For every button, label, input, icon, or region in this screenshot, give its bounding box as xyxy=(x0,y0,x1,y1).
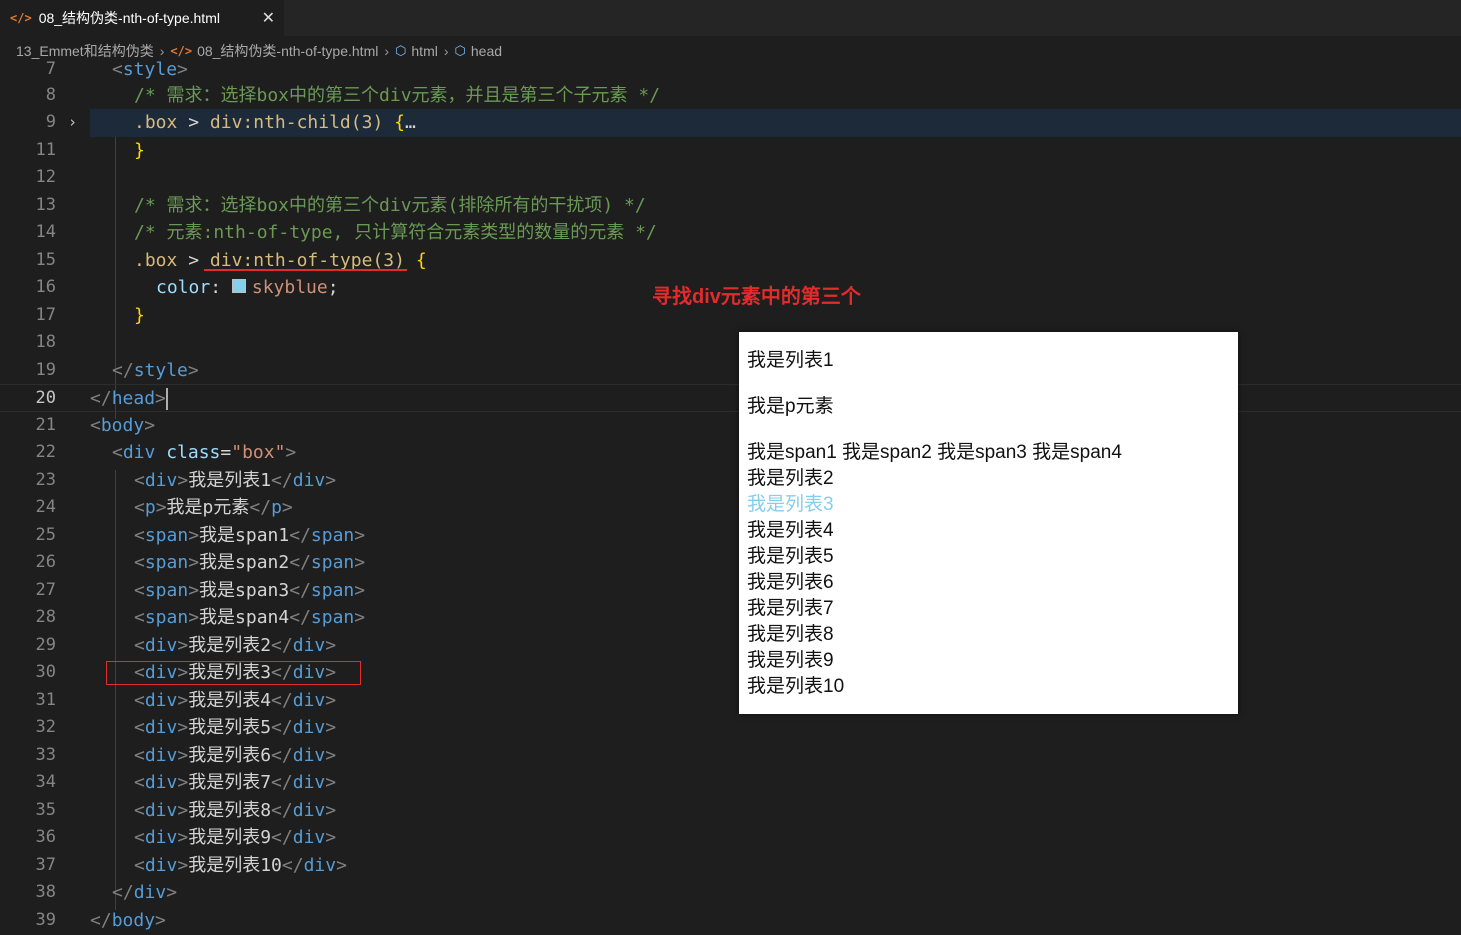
code-line: 18 xyxy=(0,329,1461,357)
code-line-current: 20 </head> xyxy=(0,384,1461,412)
code-line: 28 <span>我是span4</span> xyxy=(0,604,1461,632)
line-number: 24 xyxy=(35,497,56,517)
line-number: 37 xyxy=(35,855,56,875)
line-number: 7 xyxy=(45,59,56,79)
preview-item: 我是列表4 xyxy=(747,520,834,541)
code-line: 21 <body> xyxy=(0,412,1461,440)
tab-title: 08_结构伪类-nth-of-type.html xyxy=(38,10,220,26)
line-number: 29 xyxy=(35,635,56,655)
code-editor[interactable]: 7 <style> 8 /* 需求：选择box中的第三个div元素，并且是第三个… xyxy=(0,58,1461,935)
code-line: 22 <div class="box"> xyxy=(0,439,1461,467)
line-number: 13 xyxy=(35,195,56,215)
code-line: 25 <span>我是span1</span> xyxy=(0,522,1461,550)
line-number: 17 xyxy=(35,305,56,325)
line-number: 39 xyxy=(35,910,56,930)
code-line: 36 <div>我是列表9</div> xyxy=(0,824,1461,852)
line-number: 36 xyxy=(35,827,56,847)
tab-bar: </> 08_结构伪类-nth-of-type.html ✕ xyxy=(0,0,1461,36)
preview-item-highlighted: 我是列表3 xyxy=(747,494,834,515)
line-number: 20 xyxy=(35,388,56,408)
preview-item: 我是列表6 xyxy=(747,572,834,593)
close-icon[interactable]: ✕ xyxy=(262,8,275,28)
line-number: 18 xyxy=(35,332,56,352)
preview-item: 我是列表8 xyxy=(747,624,834,645)
browser-preview: 我是列表1 我是p元素 我是span1 我是span2 我是span3 我是sp… xyxy=(739,332,1238,714)
line-number: 11 xyxy=(35,140,56,160)
preview-item: 我是列表1 xyxy=(747,350,834,371)
line-number: 16 xyxy=(35,277,56,297)
line-number: 22 xyxy=(35,442,56,462)
code-line: 8 /* 需求：选择box中的第三个div元素，并且是第三个子元素 */ xyxy=(0,82,1461,110)
preview-spans: 我是span1 我是span2 我是span3 我是span4 xyxy=(747,442,1122,463)
text-cursor xyxy=(165,388,168,410)
line-number: 23 xyxy=(35,470,56,490)
code-line: 39 </body> xyxy=(0,907,1461,935)
code-line: 14 /* 元素:nth-of-type, 只计算符合元素类型的数量的元素 */ xyxy=(0,219,1461,247)
red-underline-annotation xyxy=(204,269,407,271)
code-line: 23 <div>我是列表1</div> xyxy=(0,467,1461,495)
line-number: 8 xyxy=(45,85,56,105)
line-number: 33 xyxy=(35,745,56,765)
code-line: 13 /* 需求：选择box中的第三个div元素(排除所有的干扰项) */ xyxy=(0,192,1461,220)
line-number: 9 xyxy=(45,112,56,132)
code-line: 37 <div>我是列表10</div> xyxy=(0,852,1461,880)
code-line: 35 <div>我是列表8</div> xyxy=(0,797,1461,825)
editor-tab[interactable]: </> 08_结构伪类-nth-of-type.html ✕ xyxy=(0,0,284,36)
code-line: 31 <div>我是列表4</div> xyxy=(0,687,1461,715)
line-number: 31 xyxy=(35,690,56,710)
line-number: 14 xyxy=(35,222,56,242)
code-line: 12 xyxy=(0,164,1461,192)
code-line: 11 } xyxy=(0,137,1461,165)
html-file-icon: </> xyxy=(10,11,32,25)
code-line: 29 <div>我是列表2</div> xyxy=(0,632,1461,660)
code-line: 32 <div>我是列表5</div> xyxy=(0,714,1461,742)
line-number: 34 xyxy=(35,772,56,792)
code-line: 9 › .box > div:nth-child(3) {… xyxy=(0,109,1461,137)
line-number: 19 xyxy=(35,360,56,380)
code-line: 26 <span>我是span2</span> xyxy=(0,549,1461,577)
preview-paragraph: 我是p元素 xyxy=(747,396,834,417)
preview-item: 我是列表7 xyxy=(747,598,834,619)
preview-item: 我是列表10 xyxy=(747,676,845,697)
line-number: 21 xyxy=(35,415,56,435)
line-number: 12 xyxy=(35,167,56,187)
line-number: 15 xyxy=(35,250,56,270)
red-box-annotation xyxy=(106,661,361,685)
code-line: 34 <div>我是列表7</div> xyxy=(0,769,1461,797)
preview-item: 我是列表5 xyxy=(747,546,834,567)
line-number: 25 xyxy=(35,525,56,545)
line-number: 35 xyxy=(35,800,56,820)
preview-item: 我是列表2 xyxy=(747,468,834,489)
chevron-right-icon[interactable]: › xyxy=(68,109,77,137)
line-number: 38 xyxy=(35,882,56,902)
color-swatch-icon[interactable] xyxy=(231,279,246,293)
line-number: 32 xyxy=(35,717,56,737)
code-line: 19 </style> xyxy=(0,357,1461,385)
line-number: 30 xyxy=(35,662,56,682)
code-line: 38 </div> xyxy=(0,879,1461,907)
preview-item: 我是列表9 xyxy=(747,650,834,671)
line-number: 26 xyxy=(35,552,56,572)
code-line: 24 <p>我是p元素</p> xyxy=(0,494,1461,522)
code-line: 27 <span>我是span3</span> xyxy=(0,577,1461,605)
annotation-text: 寻找div元素中的第三个 xyxy=(652,286,861,308)
code-line: 33 <div>我是列表6</div> xyxy=(0,742,1461,770)
code-line: 7 <style> xyxy=(0,56,1461,84)
line-number: 27 xyxy=(35,580,56,600)
line-number: 28 xyxy=(35,607,56,627)
